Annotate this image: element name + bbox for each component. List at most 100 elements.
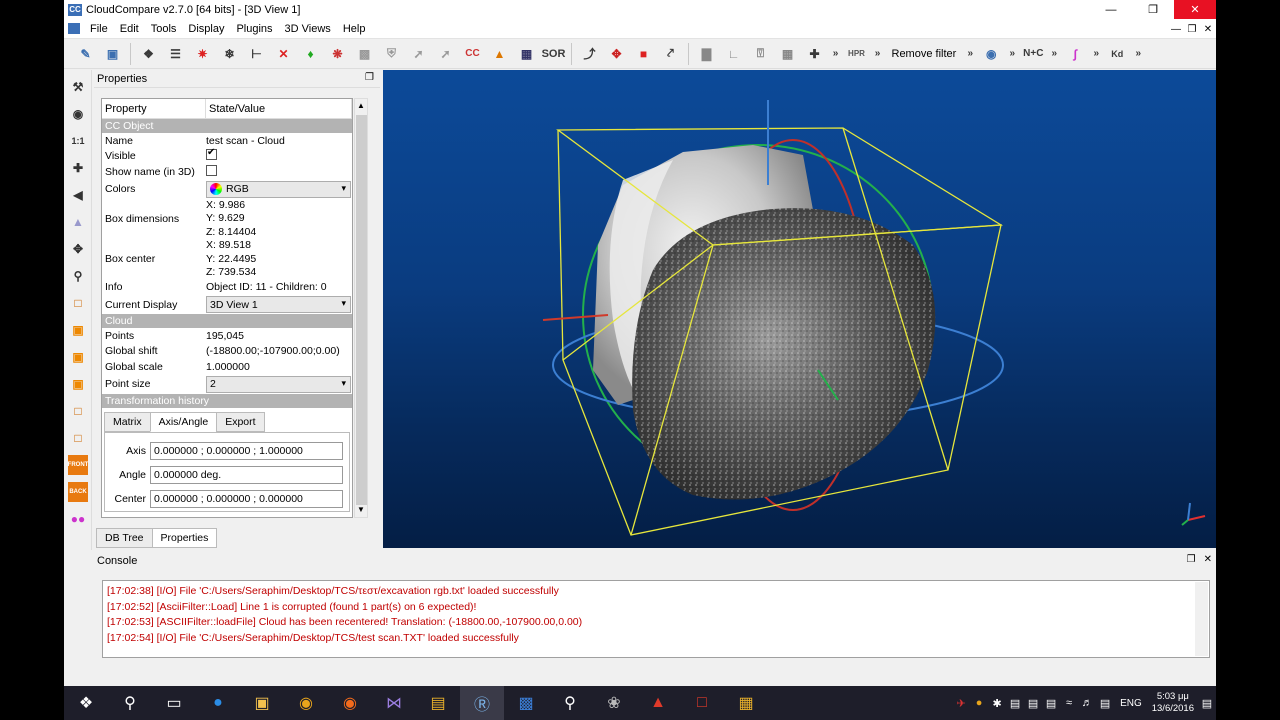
zoom-icon[interactable]: ⚲: [68, 266, 88, 286]
column-header-property[interactable]: Property: [102, 99, 206, 118]
language-indicator[interactable]: ENG: [1114, 698, 1148, 709]
remove-filter-button[interactable]: Remove filter: [888, 43, 961, 65]
cc-tool-icon[interactable]: CC: [462, 43, 484, 65]
notification-icon[interactable]: ▤: [1096, 697, 1114, 710]
add-icon[interactable]: ✚: [804, 43, 826, 65]
properties-scrollbar[interactable]: ▲ ▼: [354, 98, 368, 518]
pick-icon[interactable]: ⤴: [579, 43, 601, 65]
mesh-icon[interactable]: ▩: [354, 43, 376, 65]
task-view-icon[interactable]: ▭: [152, 686, 196, 720]
colors-select[interactable]: RGB: [206, 180, 351, 198]
light-icon[interactable]: ▲: [68, 212, 88, 232]
toolbar-more-icon[interactable]: »: [873, 43, 883, 65]
segment-icon[interactable]: ❄: [219, 43, 241, 65]
visual-studio-icon[interactable]: ⋈: [372, 686, 416, 720]
merge-icon[interactable]: ♦: [300, 43, 322, 65]
checker-icon[interactable]: ▦: [516, 43, 538, 65]
menu-tools[interactable]: Tools: [145, 23, 183, 35]
plot-icon[interactable]: ∟: [723, 43, 745, 65]
tray-app-icon[interactable]: ▤: [1042, 697, 1060, 710]
plane-icon[interactable]: ■: [633, 43, 655, 65]
clone-icon[interactable]: ❖: [138, 43, 160, 65]
menu-display[interactable]: Display: [182, 23, 230, 35]
view-back-icon[interactable]: □: [68, 401, 88, 421]
orient-icon[interactable]: ➚: [435, 43, 457, 65]
outlook-icon[interactable]: ▩: [504, 686, 548, 720]
menu-file[interactable]: File: [84, 23, 114, 35]
save-icon[interactable]: ▣: [102, 43, 124, 65]
tab-db-tree[interactable]: DB Tree: [96, 528, 153, 548]
paint-icon[interactable]: ❀: [592, 686, 636, 720]
mdi-minimize-button[interactable]: —: [1168, 19, 1184, 39]
office-icon[interactable]: ▦: [724, 686, 768, 720]
angle-field[interactable]: 0.000000 deg.: [150, 465, 343, 484]
sor-icon[interactable]: SOR: [542, 43, 566, 65]
float-panel-icon[interactable]: ❐: [365, 72, 374, 83]
wrench-icon[interactable]: ⚒: [68, 77, 88, 97]
scroll-down-icon[interactable]: ▼: [355, 503, 367, 517]
perspective-icon[interactable]: ◀: [68, 185, 88, 205]
mdi-restore-button[interactable]: ❐: [1184, 19, 1200, 39]
console-log[interactable]: [17:02:38] [I/O] File 'C:/Users/Seraphim…: [102, 580, 1210, 658]
center-field[interactable]: 0.000000 ; 0.000000 ; 0.000000: [150, 489, 343, 508]
open-icon[interactable]: ✎: [75, 43, 97, 65]
tab-matrix[interactable]: Matrix: [104, 411, 151, 432]
3d-scene[interactable]: [383, 70, 1216, 548]
align-icon[interactable]: ⤤: [660, 43, 682, 65]
archive-icon[interactable]: ▤: [416, 686, 460, 720]
maps-icon[interactable]: ⚲: [548, 686, 592, 720]
windows-start-icon[interactable]: ❖: [64, 686, 108, 720]
table-icon[interactable]: ▦: [777, 43, 799, 65]
point-size-select[interactable]: 2: [206, 375, 351, 393]
octree-icon[interactable]: ❋: [327, 43, 349, 65]
acrobat-icon[interactable]: □: [680, 686, 724, 720]
prop-name-value[interactable]: test scan - Cloud: [206, 135, 352, 147]
current-display-select[interactable]: 3D View 1: [206, 296, 351, 313]
view-left-icon[interactable]: ▣: [68, 347, 88, 367]
tray-app-icon[interactable]: ▤: [1024, 697, 1042, 710]
toolbar-more-icon[interactable]: »: [1007, 43, 1017, 65]
3d-view[interactable]: [383, 70, 1216, 548]
mdi-close-button[interactable]: ✕: [1200, 19, 1216, 39]
camera-icon[interactable]: ◉: [68, 104, 88, 124]
histogram-icon[interactable]: ▇: [696, 43, 718, 65]
sample-icon[interactable]: ✷: [192, 43, 214, 65]
zoom-1to1-icon[interactable]: 1:1: [68, 131, 88, 151]
scroll-thumb[interactable]: [356, 115, 367, 505]
column-header-value[interactable]: State/Value: [206, 99, 352, 118]
stereo-icon[interactable]: ●●: [68, 509, 88, 529]
menu-plugins[interactable]: Plugins: [230, 23, 278, 35]
menu-3d-views[interactable]: 3D Views: [279, 23, 337, 35]
tray-app-icon[interactable]: ▤: [1006, 697, 1024, 710]
toolbar-more-icon[interactable]: »: [1133, 43, 1143, 65]
toolbar-more-icon[interactable]: »: [1049, 43, 1059, 65]
pdf-reader-icon[interactable]: ▲: [636, 686, 680, 720]
fill-icon[interactable]: ▲: [489, 43, 511, 65]
translate-icon[interactable]: ✥: [606, 43, 628, 65]
kd-icon[interactable]: Kd: [1106, 43, 1128, 65]
hpr-icon[interactable]: HPR: [846, 43, 868, 65]
clock[interactable]: 5:03 μμ 13/6/2016: [1148, 691, 1198, 715]
console-float-icon[interactable]: ❐: [1187, 554, 1196, 565]
front-view-icon[interactable]: FRONT: [68, 455, 88, 475]
bluetooth-icon[interactable]: ✱: [988, 697, 1006, 710]
tab-properties[interactable]: Properties: [151, 528, 218, 548]
pivot-icon[interactable]: ✥: [68, 239, 88, 259]
ransac-icon[interactable]: ∫: [1064, 43, 1086, 65]
toolbar-more-icon[interactable]: »: [1091, 43, 1101, 65]
canupo-icon[interactable]: ◉: [980, 43, 1002, 65]
tray-app-icon[interactable]: ✈: [952, 697, 970, 710]
show-name-checkbox[interactable]: [206, 164, 217, 176]
visible-checkbox[interactable]: [206, 147, 217, 161]
scroll-up-icon[interactable]: ▲: [355, 99, 367, 113]
normal-icon[interactable]: ➚: [408, 43, 430, 65]
wifi-icon[interactable]: ≈: [1060, 697, 1078, 709]
menu-help[interactable]: Help: [337, 23, 372, 35]
view-right-icon[interactable]: ▣: [68, 374, 88, 394]
subsample-icon[interactable]: ⊢: [246, 43, 268, 65]
crosshair-icon[interactable]: ✚: [68, 158, 88, 178]
nc-icon[interactable]: N+C: [1022, 43, 1044, 65]
cloudcompare-task-icon[interactable]: Ⓡ: [460, 686, 504, 720]
search-icon[interactable]: ⚲: [108, 686, 152, 720]
firefox-icon[interactable]: ◉: [328, 686, 372, 720]
